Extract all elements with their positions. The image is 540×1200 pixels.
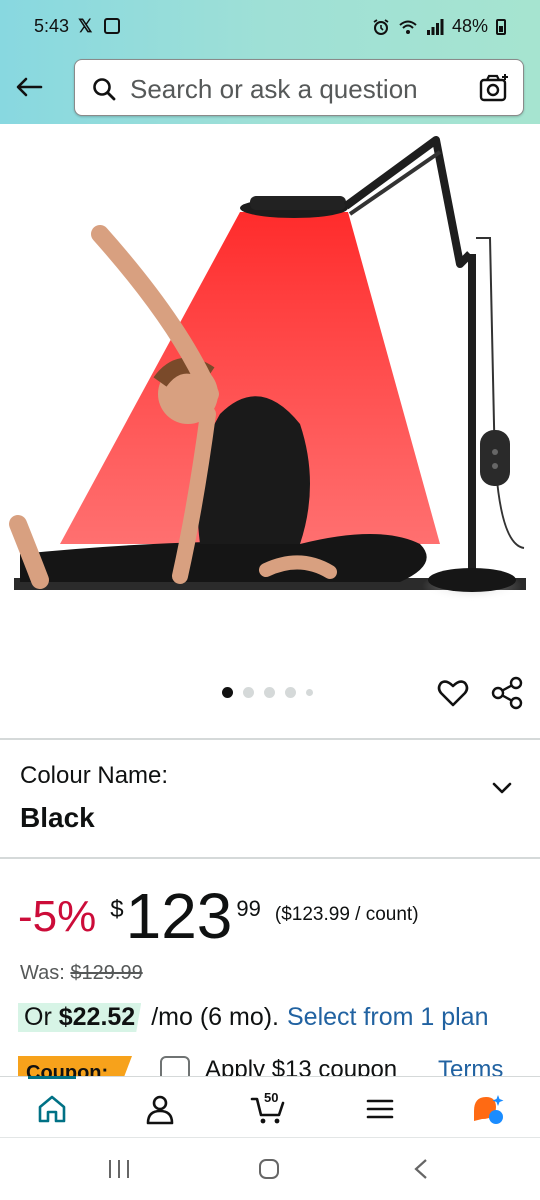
arrow-left-icon — [16, 77, 43, 97]
installment-or-label: Or — [24, 1003, 52, 1031]
installment-amount: $22.52 — [58, 1003, 136, 1031]
was-price: $129.99 — [70, 962, 143, 984]
system-nav-bar — [0, 1138, 540, 1200]
carousel-dot-1[interactable] — [222, 687, 233, 698]
price-fraction: 99 — [236, 896, 261, 921]
coupon-text: Apply $13 coupon — [205, 1056, 398, 1076]
x-app-icon: 𝕏 — [78, 16, 93, 36]
product-image[interactable] — [0, 124, 540, 664]
gallery-notification-icon — [104, 18, 120, 34]
recent-apps-icon[interactable] — [106, 1158, 132, 1180]
installment-highlight: Or $22.52 — [18, 1003, 142, 1032]
colour-value: Black — [20, 802, 95, 833]
coupon-badge: Coupon: — [18, 1056, 132, 1076]
chevron-down-icon — [492, 782, 512, 794]
signal-icon — [426, 18, 444, 35]
camera-search-icon[interactable] — [477, 72, 511, 106]
bottom-nav — [0, 1076, 540, 1138]
status-bar: 5:43 𝕏 48% — [0, 0, 540, 52]
share-button[interactable] — [490, 676, 524, 710]
status-time: 5:43 — [34, 16, 70, 36]
back-button[interactable] — [12, 70, 46, 104]
wifi-icon — [399, 20, 417, 34]
carousel-dot-5[interactable] — [306, 689, 313, 696]
colour-selector[interactable]: Colour Name: Black — [0, 742, 540, 858]
battery-percent: 48% — [451, 16, 488, 36]
home-system-icon[interactable] — [258, 1158, 280, 1180]
nav-menu[interactable] — [362, 1091, 398, 1127]
unit-price: ($123.99 / count) — [274, 904, 419, 925]
nav-ai-assistant[interactable] — [470, 1091, 506, 1127]
alarm-icon — [373, 18, 389, 35]
status-indicators: 48% — [372, 16, 506, 37]
colour-label: Colour Name: — [20, 762, 169, 789]
installment-term: /mo (6 mo). — [151, 1003, 279, 1031]
apply-coupon-checkbox[interactable] — [160, 1056, 190, 1076]
divider — [0, 738, 540, 740]
battery-icon — [496, 18, 506, 35]
search-icon — [93, 78, 116, 101]
price-currency: $ — [110, 896, 124, 923]
installment-plan-row: Or $22.52 /mo (6 mo). Select from 1 plan — [18, 1003, 489, 1032]
price-block: -5% $ 123 99 ($123.99 / count) — [18, 884, 419, 954]
ai-assistant-icon — [474, 1095, 504, 1124]
header: 5:43 𝕏 48% Search or ask a question — [0, 0, 540, 124]
user-icon — [146, 1095, 174, 1125]
add-to-wishlist-button[interactable] — [436, 676, 470, 710]
select-plan-link[interactable]: Select from 1 plan — [287, 1003, 489, 1032]
back-system-icon[interactable] — [412, 1158, 430, 1180]
coupon-terms-link[interactable]: Terms — [438, 1056, 503, 1076]
product-photo — [9, 136, 526, 602]
coupon-badge-label: Coupon: — [26, 1062, 109, 1076]
cart-count-badge: 50 — [264, 1090, 279, 1105]
was-label: Was: — [20, 962, 65, 984]
heart-icon — [437, 680, 469, 707]
search-input[interactable]: Search or ask a question — [130, 74, 418, 105]
nav-account[interactable] — [142, 1091, 178, 1127]
divider — [0, 857, 540, 859]
coupon-row: Coupon: Apply $13 coupon Terms — [0, 1052, 540, 1076]
hamburger-menu-icon — [366, 1099, 394, 1119]
carousel-dot-4[interactable] — [285, 687, 296, 698]
price-whole: 123 — [125, 880, 233, 952]
share-icon — [491, 676, 523, 710]
search-bar[interactable]: Search or ask a question — [74, 59, 524, 116]
carousel-dot-2[interactable] — [243, 687, 254, 698]
carousel-dot-3[interactable] — [264, 687, 275, 698]
home-icon — [38, 1095, 66, 1123]
discount-percent: -5% — [18, 892, 97, 941]
was-price-row: Was: $129.99 — [20, 962, 143, 985]
carousel-dots[interactable] — [222, 687, 313, 698]
nav-home[interactable] — [28, 1076, 76, 1127]
